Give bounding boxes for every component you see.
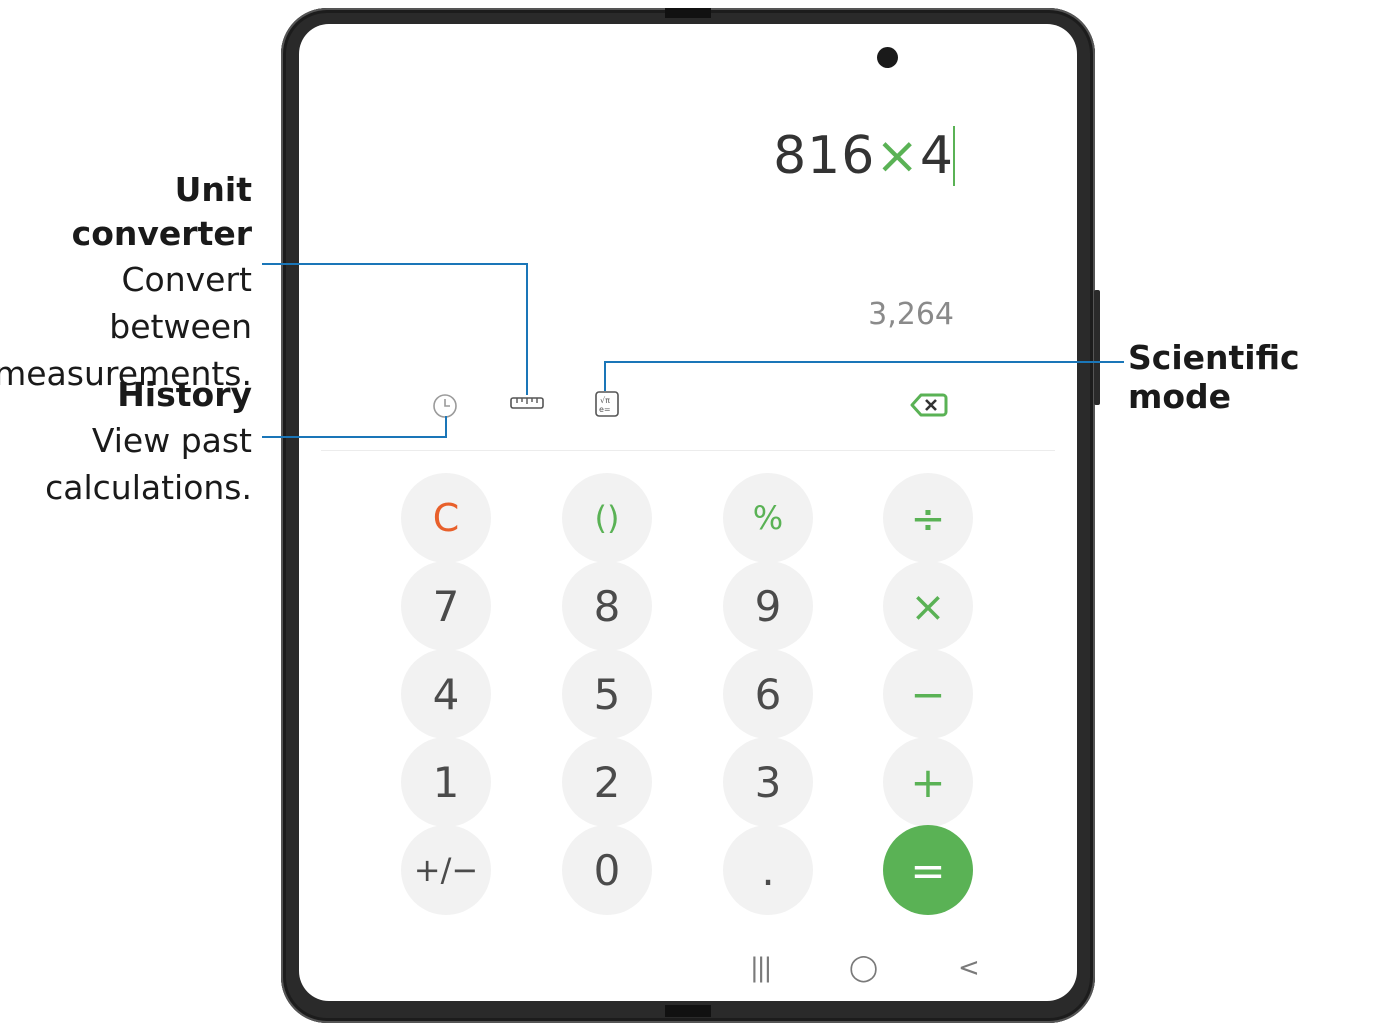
unit-converter-callout: Unit converter Convert between measureme… [0, 168, 252, 397]
front-camera [877, 47, 898, 68]
result-preview: 3,264 [868, 297, 954, 332]
digit-9-button[interactable]: 9 [723, 561, 813, 651]
scientific-mode-title: Scientific mode [1128, 338, 1300, 416]
digit-6-button[interactable]: 6 [723, 649, 813, 739]
unit-converter-desc-2: between [109, 307, 252, 346]
digit-1-button[interactable]: 1 [401, 737, 491, 827]
history-desc-2: calculations. [45, 468, 252, 507]
back-button[interactable]: < [958, 953, 980, 983]
expression-display[interactable]: 816×4 [773, 126, 954, 186]
divide-button[interactable]: ÷ [883, 473, 973, 563]
recent-apps-button[interactable]: ||| [750, 953, 772, 983]
expression-number-1: 816 [773, 126, 876, 186]
backspace-icon[interactable] [910, 392, 948, 418]
digit-3-button[interactable]: 3 [723, 737, 813, 827]
digit-2-button[interactable]: 2 [562, 737, 652, 827]
unit-converter-leader-v [526, 263, 528, 395]
svg-text:e=: e= [599, 405, 611, 414]
add-button[interactable]: + [883, 737, 973, 827]
hinge-top [665, 8, 711, 18]
digit-8-button[interactable]: 8 [562, 561, 652, 651]
unit-converter-title: Unit converter [71, 170, 252, 253]
digit-5-button[interactable]: 5 [562, 649, 652, 739]
home-button[interactable]: ◯ [849, 953, 878, 983]
plus-minus-button[interactable]: +/− [401, 825, 491, 915]
scientific-leader-h [604, 361, 1124, 363]
digit-7-button[interactable]: 7 [401, 561, 491, 651]
history-leader-h [262, 436, 447, 438]
history-desc-1: View past [91, 421, 252, 460]
svg-text:√π: √π [600, 396, 610, 405]
history-leader-v [445, 416, 447, 438]
percent-button[interactable]: % [723, 473, 813, 563]
digit-4-button[interactable]: 4 [401, 649, 491, 739]
unit-converter-leader-h [262, 263, 528, 265]
digit-0-button[interactable]: 0 [562, 825, 652, 915]
scientific-leader-v [604, 361, 606, 391]
subtract-button[interactable]: − [883, 649, 973, 739]
clear-button[interactable]: C [401, 473, 491, 563]
history-callout: History View past calculations. [45, 373, 252, 511]
side-button [1094, 290, 1100, 405]
scientific-calculator-icon[interactable]: √π e= [593, 390, 621, 418]
unit-converter-desc-1: Convert [121, 260, 253, 299]
text-cursor [953, 126, 955, 186]
history-title: History [117, 375, 252, 414]
parentheses-button[interactable]: () [562, 473, 652, 563]
equals-button[interactable]: = [883, 825, 973, 915]
ruler-icon[interactable] [510, 395, 544, 411]
decimal-point-button[interactable]: . [723, 825, 813, 915]
expression-number-2: 4 [919, 126, 954, 186]
expression-operator: × [875, 126, 920, 186]
keypad-divider [321, 450, 1055, 451]
hinge-bottom [665, 1005, 711, 1017]
multiply-button[interactable]: × [883, 561, 973, 651]
